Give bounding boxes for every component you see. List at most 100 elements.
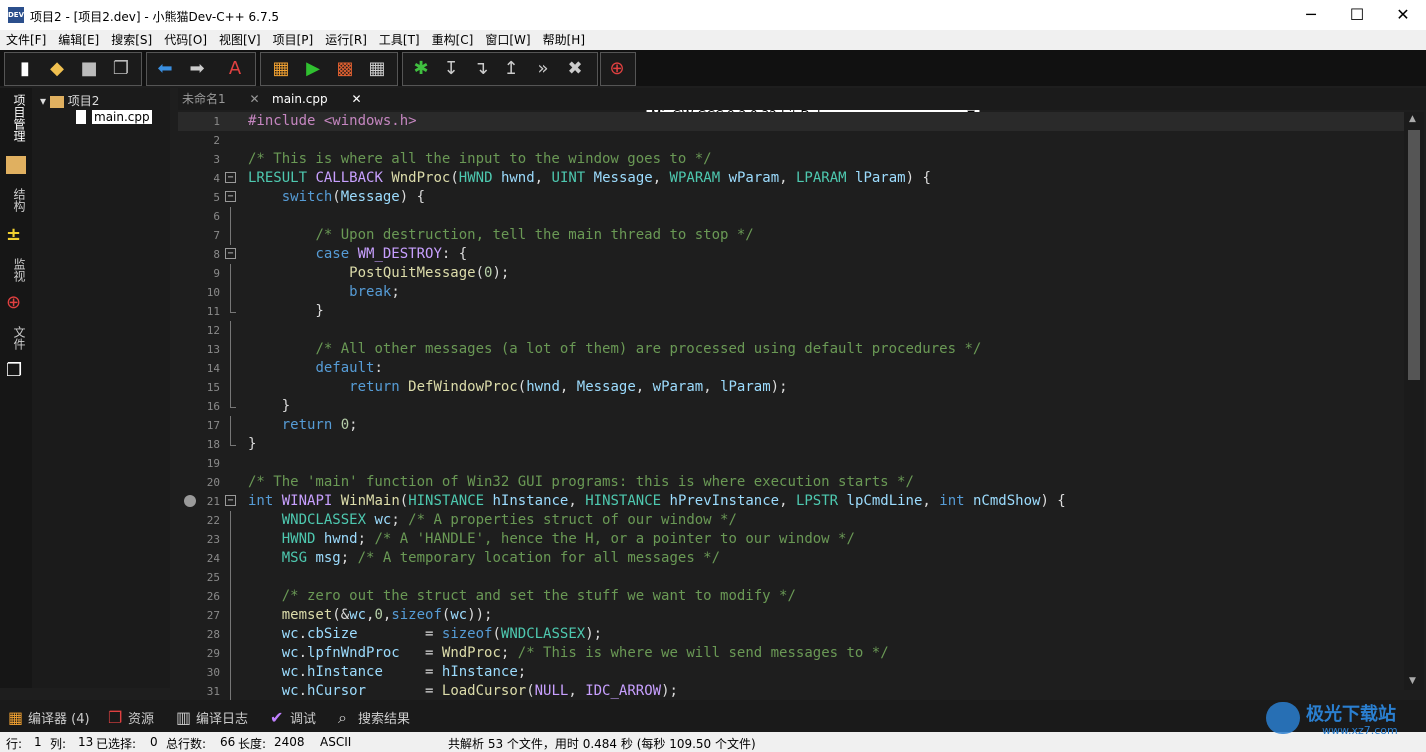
code-line[interactable]: 13 /* All other messages (a lot of them)… <box>178 340 1404 359</box>
fold-toggle-icon[interactable]: − <box>225 172 236 183</box>
save-icon[interactable]: ■ <box>77 57 101 81</box>
tab-structure[interactable]: 结构 <box>4 188 28 212</box>
code-line[interactable]: 30 wc.hInstance = hInstance; <box>178 663 1404 682</box>
code-text[interactable]: LRESULT CALLBACK WndProc(HWND hwnd, UINT… <box>248 169 931 188</box>
code-text[interactable]: /* zero out the struct and set the stuff… <box>248 587 796 606</box>
code-text[interactable]: int WINAPI WinMain(HINSTANCE hInstance, … <box>248 492 1066 511</box>
menu-help[interactable]: 帮助[H] <box>537 30 591 50</box>
save-all-icon[interactable]: ❐ <box>109 57 133 81</box>
code-line[interactable]: 29 wc.lpfnWndProc = WndProc; /* This is … <box>178 644 1404 663</box>
code-text[interactable]: default: <box>248 359 382 378</box>
fold-toggle-icon[interactable]: − <box>225 248 236 259</box>
tab-files[interactable]: 文件 <box>4 326 28 350</box>
close-icon[interactable]: ✕ <box>249 92 259 106</box>
tab-main-cpp[interactable]: main.cpp ✕ <box>272 88 362 110</box>
step-out-icon[interactable]: ↥ <box>499 57 523 81</box>
menu-search[interactable]: 搜索[S] <box>105 30 158 50</box>
code-text[interactable]: memset(&wc,0,sizeof(wc)); <box>248 606 493 625</box>
rebuild-icon[interactable]: ▦ <box>365 57 389 81</box>
code-line[interactable]: 14 default: <box>178 359 1404 378</box>
step-over-icon[interactable]: ↧ <box>439 57 463 81</box>
open-folder-icon[interactable]: ◆ <box>45 57 69 81</box>
code-line[interactable]: 11 } <box>178 302 1404 321</box>
fold-toggle-icon[interactable]: − <box>225 495 236 506</box>
minimize-button[interactable]: ─ <box>1288 0 1334 30</box>
code-line[interactable]: 10 break; <box>178 283 1404 302</box>
close-icon[interactable]: ✕ <box>351 92 361 106</box>
continue-icon[interactable]: » <box>531 57 555 81</box>
code-text[interactable]: } <box>248 397 290 416</box>
scroll-up-icon[interactable]: ▲ <box>1409 114 1416 124</box>
tab-untitled[interactable]: 未命名1 ✕ <box>182 88 260 110</box>
step-into-icon[interactable]: ↴ <box>469 57 493 81</box>
code-line[interactable]: 4− LRESULT CALLBACK WndProc(HWND hwnd, UI… <box>178 169 1404 188</box>
menu-refactor[interactable]: 重构[C] <box>426 30 480 50</box>
code-text[interactable]: /* The 'main' function of Win32 GUI prog… <box>248 473 914 492</box>
compile-icon[interactable]: ▦ <box>269 57 293 81</box>
code-line[interactable]: 7 /* Upon destruction, tell the main thr… <box>178 226 1404 245</box>
code-line[interactable]: 2 <box>178 131 1404 150</box>
code-text[interactable]: #include <windows.h> <box>248 112 417 131</box>
code-text[interactable]: case WM_DESTROY: { <box>248 245 467 264</box>
code-text[interactable]: switch(Message) { <box>248 188 425 207</box>
code-line[interactable]: 6 <box>178 207 1404 226</box>
code-line[interactable]: 25 <box>178 568 1404 587</box>
scrollbar-thumb[interactable] <box>1408 130 1420 380</box>
code-line[interactable]: 17 return 0; <box>178 416 1404 435</box>
code-text[interactable]: } <box>248 435 256 454</box>
fold-toggle-icon[interactable]: − <box>225 191 236 202</box>
code-text[interactable]: HWND hwnd; /* A 'HANDLE', hence the H, o… <box>248 530 855 549</box>
redo-icon[interactable]: ➡ <box>185 57 209 81</box>
code-line[interactable]: 16 } <box>178 397 1404 416</box>
tab-resources[interactable]: ❐ 资源 <box>108 708 154 727</box>
code-line[interactable]: 1 #include <windows.h> <box>178 112 1404 131</box>
close-button[interactable]: ✕ <box>1380 0 1426 30</box>
code-text[interactable]: wc.hInstance = hInstance; <box>248 663 526 682</box>
tab-compiler[interactable]: ▦ 编译器 (4) <box>8 708 90 727</box>
menu-code[interactable]: 代码[O] <box>158 30 213 50</box>
code-line[interactable]: 24 MSG msg; /* A temporary location for … <box>178 549 1404 568</box>
tab-project-manager[interactable]: 项目管理 <box>4 94 28 142</box>
code-text[interactable]: wc.hCursor = LoadCursor(NULL, IDC_ARROW)… <box>248 682 678 701</box>
menu-edit[interactable]: 编辑[E] <box>52 30 105 50</box>
code-text[interactable]: return 0; <box>248 416 358 435</box>
tab-debug[interactable]: ✔ 调试 <box>270 708 316 727</box>
code-text[interactable]: /* Upon destruction, tell the main threa… <box>248 226 753 245</box>
vertical-scrollbar[interactable]: ▲ ▼ <box>1404 112 1424 690</box>
maximize-button[interactable]: ☐ <box>1334 0 1380 30</box>
menu-tools[interactable]: 工具[T] <box>373 30 426 50</box>
menu-window[interactable]: 窗口[W] <box>479 30 536 50</box>
code-text[interactable]: /* All other messages (a lot of them) ar… <box>248 340 981 359</box>
code-text[interactable]: break; <box>248 283 400 302</box>
run-icon[interactable]: ▶ <box>301 57 325 81</box>
breakpoint-icon[interactable] <box>184 495 196 507</box>
menu-view[interactable]: 视图[V] <box>213 30 267 50</box>
code-text[interactable]: MSG msg; /* A temporary location for all… <box>248 549 720 568</box>
new-file-icon[interactable]: ▮ <box>13 57 37 81</box>
code-text[interactable]: /* This is where all the input to the wi… <box>248 150 712 169</box>
code-line[interactable]: 19 <box>178 454 1404 473</box>
tab-watch[interactable]: 监视 <box>4 258 28 282</box>
code-text[interactable]: PostQuitMessage(0); <box>248 264 509 283</box>
code-line[interactable]: 8− case WM_DESTROY: { <box>178 245 1404 264</box>
code-text[interactable]: wc.cbSize = sizeof(WNDCLASSEX); <box>248 625 602 644</box>
scroll-down-icon[interactable]: ▼ <box>1409 676 1416 686</box>
compile-run-icon[interactable]: ▩ <box>333 57 357 81</box>
code-line[interactable]: 15 return DefWindowProc(hwnd, Message, w… <box>178 378 1404 397</box>
code-line[interactable]: 27 memset(&wc,0,sizeof(wc)); <box>178 606 1404 625</box>
code-line[interactable]: 26 /* zero out the struct and set the st… <box>178 587 1404 606</box>
undo-icon[interactable]: ⬅ <box>153 57 177 81</box>
format-icon[interactable]: A <box>223 57 247 81</box>
collapse-icon[interactable]: ▾ <box>40 94 46 108</box>
code-text[interactable]: } <box>248 302 323 321</box>
code-text[interactable]: wc.lpfnWndProc = WndProc; /* This is whe… <box>248 644 889 663</box>
tree-file-main[interactable]: main.cpp <box>92 110 152 124</box>
tree-root[interactable]: ▾ 项目2 <box>40 92 99 109</box>
code-line[interactable]: 22 WNDCLASSEX wc; /* A properties struct… <box>178 511 1404 530</box>
tab-search-results[interactable]: ⌕ 搜索结果 <box>338 708 410 728</box>
code-text[interactable]: WNDCLASSEX wc; /* A properties struct of… <box>248 511 737 530</box>
menu-project[interactable]: 项目[P] <box>267 30 320 50</box>
debug-bug-icon[interactable]: ✱ <box>409 57 433 81</box>
code-line[interactable]: 9 PostQuitMessage(0); <box>178 264 1404 283</box>
code-line[interactable]: 12 <box>178 321 1404 340</box>
